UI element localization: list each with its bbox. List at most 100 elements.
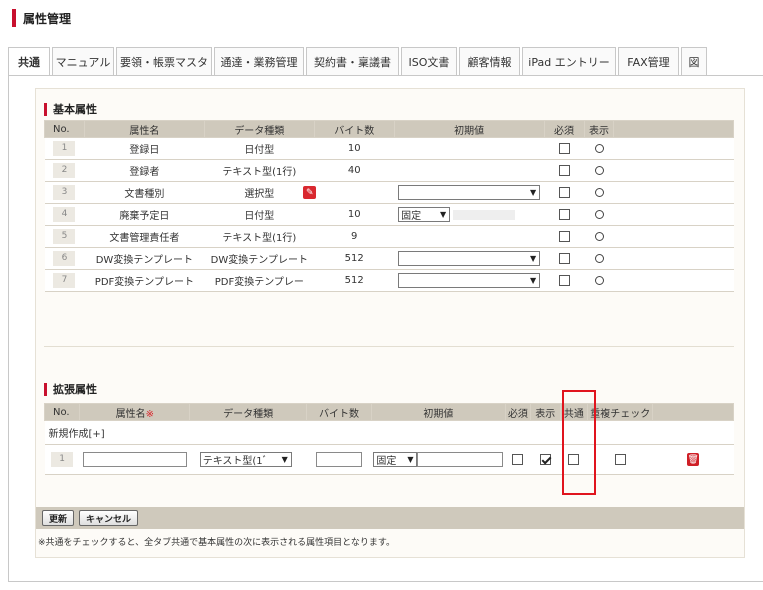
tab-fax[interactable]: FAX管理 [618,47,679,76]
display-circle-icon [594,231,604,241]
table-row: 1 登録日 日付型 10 [44,137,734,160]
tab-more[interactable]: 図 [681,47,707,76]
chevron-down-icon: ▼ [281,455,288,464]
attr-type: 日付型 [204,203,315,226]
col-common: 共通 [559,403,589,421]
initial-value-select[interactable]: ▼ [398,185,541,200]
display-circle-icon [594,143,604,153]
tab-forms-master[interactable]: 要領・帳票マスタ [116,47,212,76]
duplicate-check-checkbox[interactable] [614,453,626,465]
chevron-down-icon: ▼ [530,276,537,285]
attr-name: DW変換テンプレート [84,247,205,270]
cancel-button[interactable]: キャンセル [79,510,139,526]
attr-name-input[interactable] [82,452,187,467]
tab-customer-info[interactable]: 顧客情報 [459,47,520,76]
col-attr-name-label: 属性名 [115,408,146,420]
col-required: 必須 [504,403,531,421]
required-checkbox[interactable] [512,453,524,465]
table-header-row: No. 属性名 データ種類 バイト数 初期値 必須 表示 [44,120,734,138]
common-checkbox[interactable] [568,453,580,465]
page-title: 属性管理 [23,11,72,26]
display-checkbox[interactable] [539,453,551,465]
required-checkbox[interactable] [558,142,570,154]
tab-ipad-entry[interactable]: iPad エントリー [522,47,616,76]
extended-section-title: 拡張属性 [44,381,97,397]
attr-name: 廃棄予定日 [84,203,205,226]
attr-initial-cell: ▼ [394,181,545,204]
fixed-select[interactable]: 固定 ▼ [398,207,451,222]
col-bytes: バイト数 [306,403,372,421]
initial-value-select[interactable]: ▼ [398,251,541,266]
attr-type: DW変換テンプレート [204,247,315,270]
row-number: 7 [53,273,76,288]
attr-initial [394,159,545,182]
row-number: 4 [53,207,76,222]
attr-type: 日付型 [204,137,315,160]
row-number: 1 [51,452,74,467]
attr-type: 選択型 ✎ [204,181,317,204]
attr-type: テキスト型(1行) [204,225,315,248]
section-divider [44,346,734,347]
col-data-type: データ種類 [189,403,308,421]
table-row: 6 DW変換テンプレート DW変換テンプレート 512 ▼ [44,247,734,270]
attr-initial [394,137,545,160]
trash-icon[interactable]: 🗑 [687,453,700,466]
col-initial: 初期値 [370,403,506,421]
add-new-link[interactable]: 新規作成[+] [49,429,105,440]
required-checkbox[interactable] [558,186,570,198]
basic-section-label: 基本属性 [53,103,97,116]
initial-value-select[interactable]: ▼ [398,273,541,288]
col-attr-name: 属性名 [83,120,205,138]
attribute-container: 基本属性 No. 属性名 データ種類 バイト数 初期値 必須 表示 1 登録日 … [35,88,745,558]
action-bar: 更新 キャンセル [36,507,744,529]
required-checkbox[interactable] [558,208,570,220]
fixed-select-value: 固定 [401,211,422,222]
fixed-select[interactable]: 固定 ▼ [373,452,418,467]
col-blank [652,403,734,421]
bytes-input[interactable] [316,452,363,467]
row-number: 3 [53,185,76,200]
col-no: No. [43,403,81,421]
tab-panel: 基本属性 No. 属性名 データ種類 バイト数 初期値 必須 表示 1 登録日 … [8,76,763,582]
section-accent-bar [44,102,47,116]
tab-common[interactable]: 共通 [8,47,50,76]
required-checkbox[interactable] [558,164,570,176]
required-checkbox[interactable] [558,252,570,264]
page-header: 属性管理 [12,9,71,27]
tab-notice-business[interactable]: 通達・業務管理 [214,47,304,76]
attr-bytes: 40 [314,159,395,182]
data-type-value: テキスト型(1ﾞ [202,456,268,467]
attr-initial-cell: 固定 ▼ [394,203,545,226]
attr-bytes: 10 [314,203,395,226]
col-no: No. [44,120,85,138]
required-checkbox[interactable] [558,230,570,242]
data-type-select[interactable]: テキスト型(1ﾞ ▼ [199,452,292,467]
required-checkbox[interactable] [558,274,570,286]
attr-bytes: 9 [314,225,395,248]
wrench-icon[interactable]: ✎ [303,186,317,199]
col-required: 必須 [543,120,585,138]
col-display: 表示 [529,403,561,421]
extended-section-label: 拡張属性 [53,383,97,396]
tab-manual[interactable]: マニュアル [52,47,114,76]
col-initial: 初期値 [393,120,545,138]
attr-initial-cell: ▼ [394,247,545,270]
new-row: 新規作成[+] [44,420,734,445]
footnote: ※共通をチェックすると、全タブ共通で基本属性の次に表示される属性項目となります。 [38,538,396,548]
chevron-down-icon: ▼ [407,455,414,464]
table-row: 1 テキスト型(1ﾞ ▼ 固定 ▼ 🗑 [44,444,734,475]
initial-value-input[interactable] [417,452,504,467]
attr-type: テキスト型(1行) [204,159,315,182]
update-button[interactable]: 更新 [42,510,75,526]
col-display: 表示 [583,120,615,138]
table-row: 7 PDF変換テンプレート PDF変換テンプレー 512 ▼ [44,269,734,292]
display-circle-icon [594,187,604,197]
attr-bytes: 512 [314,247,395,270]
tab-iso-docs[interactable]: ISO文書 [401,47,457,76]
tab-contracts[interactable]: 契約書・稟議書 [306,47,399,76]
row-number: 1 [53,141,76,156]
attr-bytes [314,181,395,204]
table-row: 5 文書管理責任者 テキスト型(1行) 9 [44,225,734,248]
row-number: 2 [53,163,76,178]
attr-bytes: 10 [314,137,395,160]
